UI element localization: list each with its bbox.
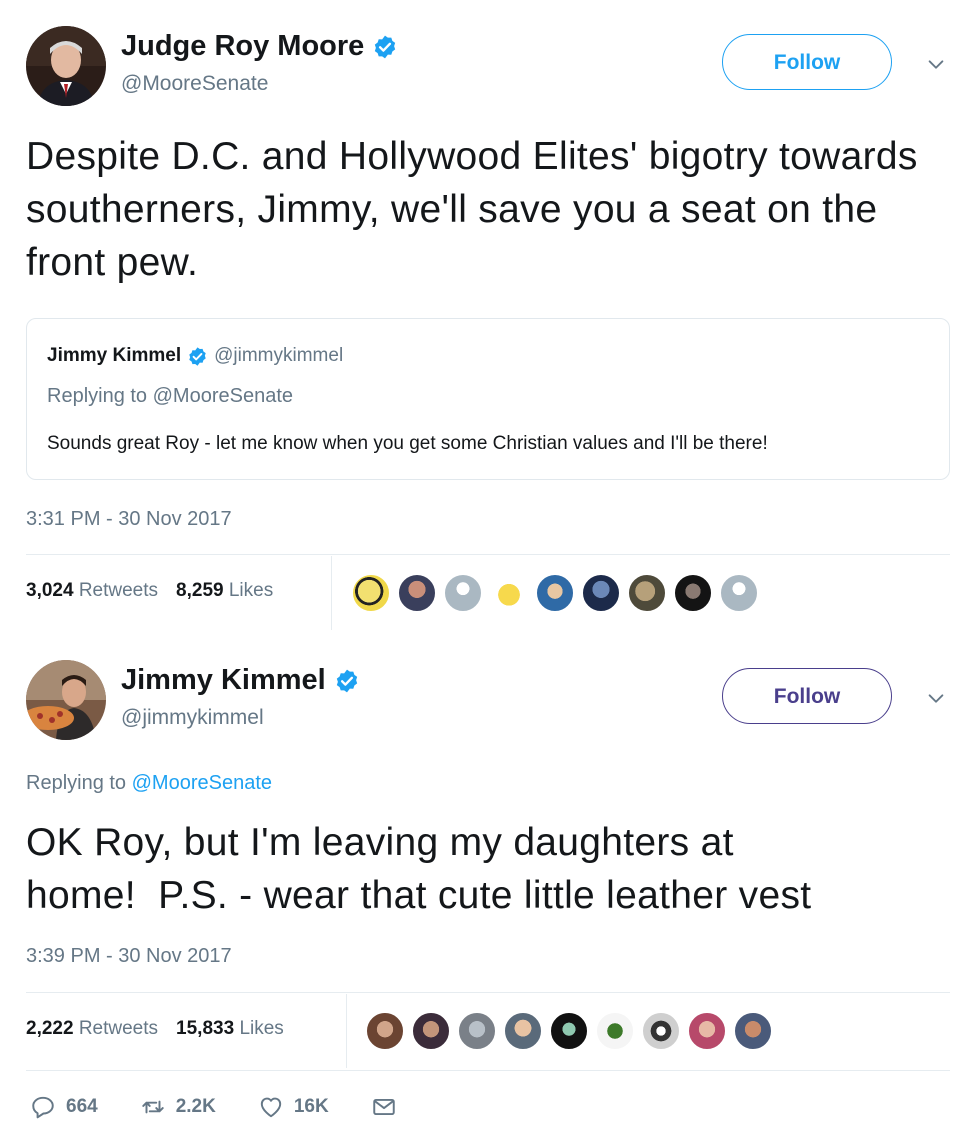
like-count: 16K: [293, 1096, 329, 1117]
direct-message-action[interactable]: [371, 1094, 397, 1120]
tweet-timestamp[interactable]: 3:31 PM - 30 Nov 2017: [26, 508, 232, 531]
retweet-action[interactable]: 2.2K: [140, 1094, 216, 1120]
liker-avatar[interactable]: [352, 574, 390, 612]
follow-button[interactable]: Follow: [722, 34, 892, 90]
divider: [26, 554, 950, 555]
quoted-author[interactable]: Jimmy Kimmel @jimmykimmel: [47, 345, 343, 367]
chevron-down-icon[interactable]: [925, 54, 947, 76]
retweets-stat[interactable]: 3,024 Retweets: [26, 580, 158, 602]
reply-action[interactable]: 664: [30, 1094, 98, 1120]
liker-avatar[interactable]: [720, 574, 758, 612]
envelope-icon: [372, 1098, 395, 1116]
verified-badge-icon: [336, 669, 357, 692]
liker-avatar[interactable]: [642, 1012, 680, 1050]
tweet-text: OK Roy, but I'm leaving my daughters at …: [26, 816, 956, 922]
replying-to: Replying to @MooreSenate: [26, 772, 272, 795]
stats-divider: [346, 994, 347, 1068]
liker-avatar[interactable]: [398, 574, 436, 612]
liker-avatar[interactable]: [628, 574, 666, 612]
liker-avatar[interactable]: [366, 1012, 404, 1050]
author-name-text[interactable]: Judge Roy Moore: [121, 30, 364, 63]
quoted-author-handle[interactable]: @jimmykimmel: [214, 345, 343, 367]
author-name[interactable]: Judge Roy Moore: [121, 30, 398, 63]
likes-stat[interactable]: 15,833 Likes: [176, 1018, 284, 1040]
reply-count: 664: [66, 1096, 98, 1117]
retweet-icon: [141, 1100, 164, 1114]
quoted-tweet[interactable]: Jimmy Kimmel @jimmykimmel Replying to @M…: [26, 318, 950, 480]
liker-avatar[interactable]: [582, 574, 620, 612]
likers-avatars: [366, 1012, 780, 1050]
divider: [26, 1070, 950, 1071]
author-handle[interactable]: @MooreSenate: [121, 72, 268, 96]
author-name[interactable]: Jimmy Kimmel: [121, 664, 360, 697]
liker-avatar[interactable]: [490, 574, 528, 612]
liker-avatar[interactable]: [688, 1012, 726, 1050]
tweet-text-line: OK Roy, but I'm leaving my daughters at: [26, 821, 734, 864]
quoted-author-name[interactable]: Jimmy Kimmel: [47, 345, 181, 367]
likes-stat[interactable]: 8,259 Likes: [176, 580, 273, 602]
tweet-stats: 3,024 Retweets 8,259 Likes: [26, 580, 273, 602]
liker-avatar[interactable]: [504, 1012, 542, 1050]
likers-avatars: [352, 574, 766, 612]
reply-icon: [32, 1096, 54, 1119]
liker-avatar[interactable]: [444, 574, 482, 612]
replying-to-link[interactable]: @MooreSenate: [153, 385, 293, 407]
quoted-tweet-text: Sounds great Roy - let me know when you …: [47, 433, 768, 454]
liker-avatar[interactable]: [458, 1012, 496, 1050]
quoted-replying-to: Replying to @MooreSenate: [47, 385, 293, 408]
verified-badge-icon: [375, 35, 396, 58]
tweet-text-line: home! P.S. - wear that cute little leath…: [26, 874, 812, 917]
divider: [26, 992, 950, 993]
liker-avatar[interactable]: [412, 1012, 450, 1050]
liker-avatar[interactable]: [536, 574, 574, 612]
tweet-actions: 664 2.2K 16K: [30, 1094, 439, 1120]
like-action[interactable]: 16K: [258, 1094, 329, 1120]
stats-divider: [331, 556, 332, 630]
liker-avatar[interactable]: [734, 1012, 772, 1050]
liker-avatar[interactable]: [674, 574, 712, 612]
heart-icon: [260, 1097, 282, 1118]
retweet-count: 2.2K: [175, 1096, 216, 1117]
author-handle[interactable]: @jimmykimmel: [121, 706, 264, 730]
follow-button[interactable]: Follow: [722, 668, 892, 724]
tweet-text: Despite D.C. and Hollywood Elites' bigot…: [26, 135, 918, 284]
liker-avatar[interactable]: [550, 1012, 588, 1050]
avatar-roy-moore[interactable]: [26, 26, 106, 106]
retweets-stat[interactable]: 2,222 Retweets: [26, 1018, 158, 1040]
avatar-jimmy-kimmel[interactable]: [26, 660, 106, 740]
chevron-down-icon[interactable]: [925, 688, 947, 710]
replying-prefix: Replying to: [47, 385, 153, 407]
verified-badge-icon: [189, 346, 206, 366]
tweet-timestamp[interactable]: 3:39 PM - 30 Nov 2017: [26, 945, 232, 968]
author-name-text[interactable]: Jimmy Kimmel: [121, 664, 326, 697]
tweet-stats: 2,222 Retweets 15,833 Likes: [26, 1018, 284, 1040]
replying-prefix: Replying to: [26, 772, 132, 794]
liker-avatar[interactable]: [596, 1012, 634, 1050]
replying-to-link[interactable]: @MooreSenate: [132, 772, 272, 794]
